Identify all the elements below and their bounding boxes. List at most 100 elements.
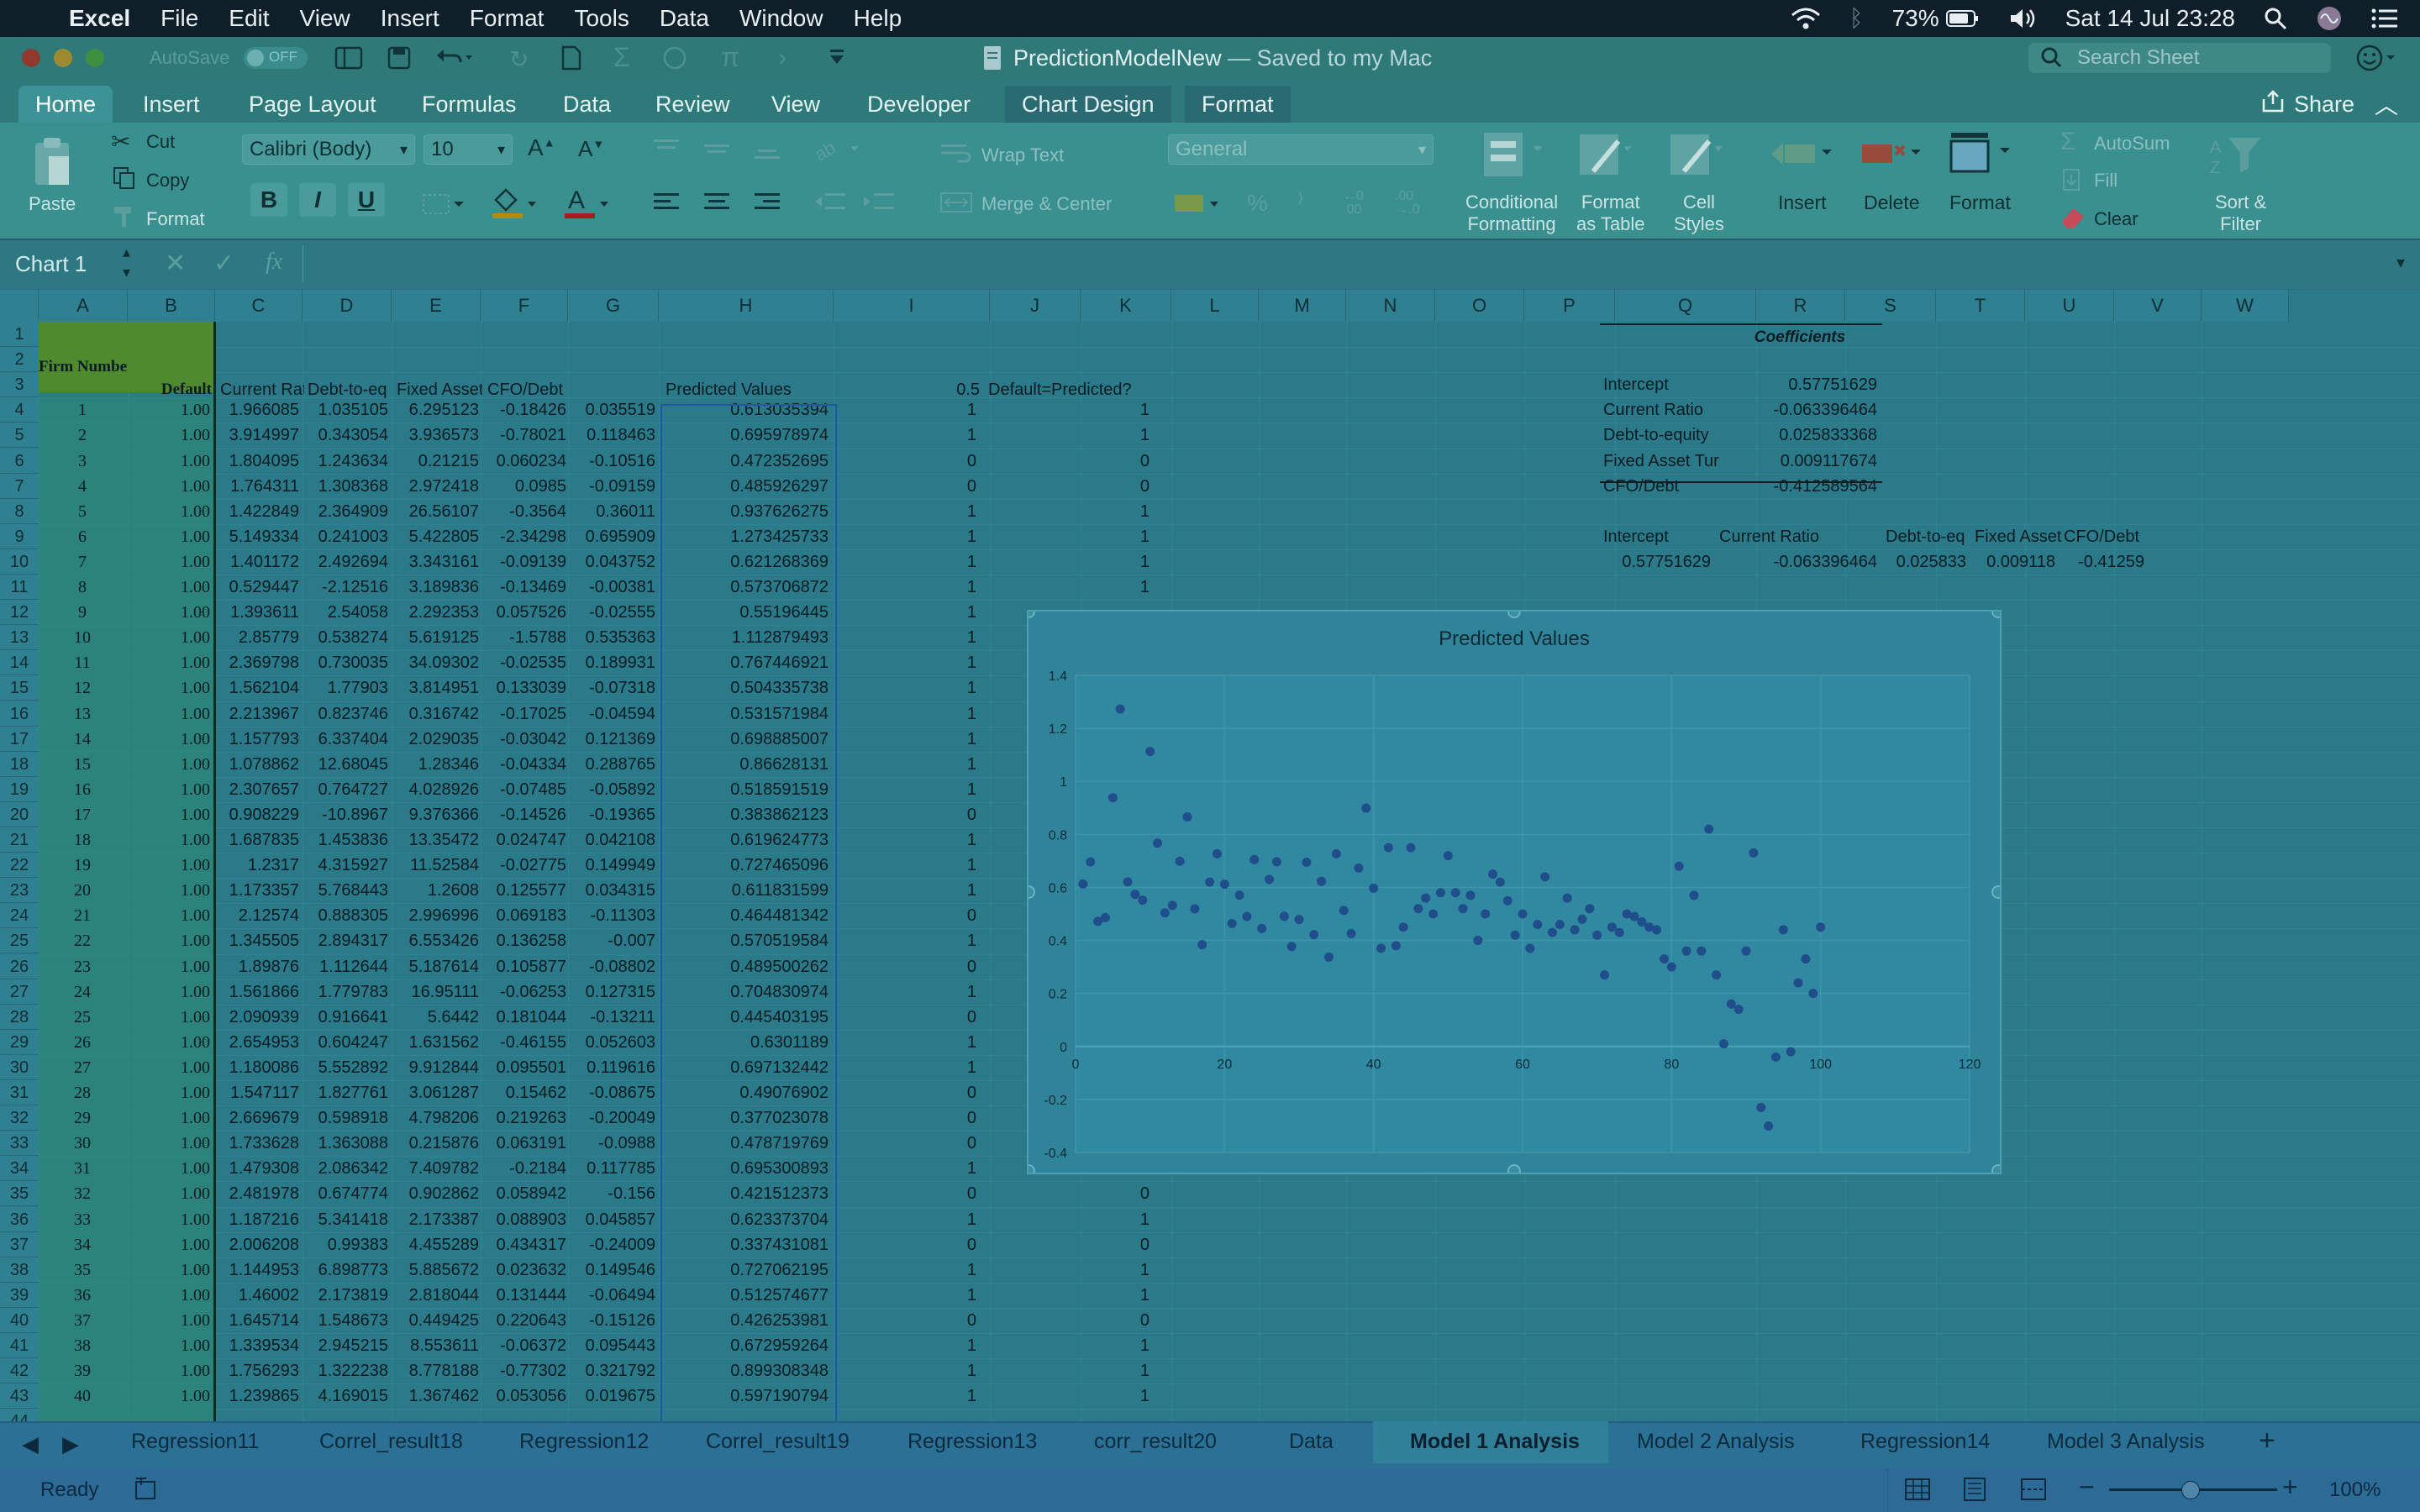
- table-cell[interactable]: -1.5788: [487, 628, 566, 648]
- table-cell[interactable]: -0.15126: [575, 1311, 655, 1331]
- table-cell[interactable]: 0.215876: [397, 1134, 479, 1153]
- table-cell[interactable]: 17: [42, 806, 123, 825]
- table-cell[interactable]: 1.00: [131, 578, 210, 597]
- table-cell[interactable]: 1.393611: [218, 603, 299, 622]
- predicted-values-chart[interactable]: Predicted Values -0.4 -0.2 0 0.2 0.4 0.6 0.8 1 1.…: [1027, 610, 2002, 1174]
- table-cell[interactable]: 0.727465096: [664, 856, 829, 875]
- table-cell[interactable]: 1: [840, 654, 976, 673]
- table-cell[interactable]: 0.598918: [308, 1109, 388, 1128]
- table-cell[interactable]: 0: [840, 906, 976, 926]
- coefficient-label[interactable]: Current Ratio: [1603, 401, 1721, 420]
- table-cell[interactable]: 33: [42, 1210, 123, 1230]
- row-header[interactable]: 9: [0, 523, 39, 549]
- table-cell[interactable]: 1: [840, 1336, 976, 1356]
- row-header[interactable]: 35: [0, 1181, 39, 1207]
- table-cell[interactable]: 26: [42, 1033, 123, 1053]
- sort-filter-icon[interactable]: AZ: [2210, 134, 2269, 176]
- row-header[interactable]: 29: [0, 1029, 39, 1055]
- table-cell[interactable]: 0.149949: [575, 856, 655, 875]
- table-cell[interactable]: -0.19365: [575, 806, 655, 825]
- align-bottom-icon[interactable]: [753, 136, 781, 161]
- column-header-h[interactable]: H: [659, 290, 834, 322]
- sheet-tab-regression14[interactable]: Regression14: [1860, 1430, 1990, 1454]
- table-cell[interactable]: 0: [840, 1311, 976, 1331]
- table-cell[interactable]: 2.307657: [218, 780, 299, 800]
- table-cell[interactable]: 1.239865: [218, 1387, 299, 1406]
- table-cell[interactable]: -0.18426: [487, 401, 566, 420]
- table-cell[interactable]: 1.479308: [218, 1159, 299, 1179]
- table-cell[interactable]: -0.007: [575, 932, 655, 951]
- fill-color-icon[interactable]: [491, 185, 538, 220]
- clear-button[interactable]: Clear: [2094, 208, 2139, 230]
- table-cell[interactable]: 0: [985, 1184, 1150, 1204]
- table-cell[interactable]: 16: [42, 780, 123, 800]
- table-cell[interactable]: -10.8967: [308, 806, 388, 825]
- row-header[interactable]: 44: [0, 1409, 39, 1421]
- table-cell[interactable]: 0.937626275: [664, 502, 829, 522]
- table-cell[interactable]: 1.00: [131, 1109, 210, 1128]
- row-header[interactable]: 18: [0, 751, 39, 777]
- table-cell[interactable]: -0.78021: [487, 426, 566, 445]
- table-cell[interactable]: 0.613035394: [664, 401, 829, 420]
- table-cell[interactable]: 0.058942: [487, 1184, 566, 1204]
- menu-tools[interactable]: Tools: [574, 5, 629, 32]
- wrap-text-icon[interactable]: [939, 141, 973, 163]
- menu-data[interactable]: Data: [660, 5, 709, 32]
- row-header[interactable]: 11: [0, 575, 39, 601]
- table-cell[interactable]: 0.117785: [575, 1159, 655, 1179]
- volume-icon[interactable]: [2008, 7, 2037, 30]
- table-cell[interactable]: 1.187216: [218, 1210, 299, 1230]
- tab-page-layout[interactable]: Page Layout: [249, 86, 376, 123]
- menu-help[interactable]: Help: [854, 5, 902, 32]
- table-cell[interactable]: 2.12574: [218, 906, 299, 926]
- table-cell[interactable]: 1.367462: [397, 1387, 479, 1406]
- table-cell[interactable]: 31: [42, 1159, 123, 1179]
- table-cell[interactable]: 1.00: [131, 553, 210, 572]
- table-cell[interactable]: 1.173357: [218, 881, 299, 900]
- table-cell[interactable]: 1: [840, 1387, 976, 1406]
- merge-center-button[interactable]: Merge & Center: [981, 193, 1112, 215]
- table-cell[interactable]: 1.078862: [218, 755, 299, 774]
- zoom-slider-thumb[interactable]: [2181, 1481, 2200, 1499]
- table-cell[interactable]: 2.364909: [308, 502, 388, 522]
- column-header-k[interactable]: K: [1081, 290, 1171, 322]
- column-header-d[interactable]: D: [302, 290, 392, 322]
- table-cell[interactable]: 0.0985: [487, 477, 566, 496]
- table-cell[interactable]: 0.063191: [487, 1134, 566, 1153]
- expand-formula-bar-icon[interactable]: ▾: [2396, 252, 2405, 273]
- column-header-a[interactable]: A: [39, 290, 128, 322]
- table-cell[interactable]: 1: [985, 1336, 1150, 1356]
- table-cell[interactable]: 0: [840, 806, 976, 825]
- table-cell[interactable]: 21: [42, 906, 123, 926]
- table-cell[interactable]: -0.09139: [487, 553, 566, 572]
- header-fixed-asset[interactable]: Fixed Asset: [397, 381, 482, 400]
- coefficient-value[interactable]: -0.063396464: [1719, 401, 1877, 420]
- table-cell[interactable]: 14: [42, 730, 123, 749]
- row-header[interactable]: 1: [0, 322, 39, 348]
- autosum-button[interactable]: AutoSum: [2094, 133, 2170, 155]
- table-cell[interactable]: 27: [42, 1058, 123, 1078]
- sheet-tab-correl-result18[interactable]: Correl_result18: [319, 1430, 463, 1454]
- table-cell[interactable]: 0.529447: [218, 578, 299, 597]
- row-header[interactable]: 40: [0, 1307, 39, 1333]
- table-cell[interactable]: 1.00: [131, 401, 210, 420]
- shape-icon[interactable]: [662, 45, 687, 71]
- header-debt-to-equity[interactable]: Debt-to-eq: [308, 381, 393, 400]
- coefficient-row-value[interactable]: 0.57751629: [1603, 553, 1711, 572]
- table-cell[interactable]: 0.823746: [308, 705, 388, 724]
- close-window-button[interactable]: [22, 49, 40, 67]
- table-cell[interactable]: 1.00: [131, 603, 210, 622]
- table-cell[interactable]: 10: [42, 628, 123, 648]
- customize-toolbar-icon[interactable]: [829, 49, 845, 66]
- coefficient-value[interactable]: 0.57751629: [1719, 375, 1877, 395]
- table-cell[interactable]: 2.654953: [218, 1033, 299, 1053]
- cut-button[interactable]: Cut: [146, 131, 175, 153]
- siri-icon[interactable]: [2316, 5, 2343, 32]
- table-cell[interactable]: 1.035105: [308, 401, 388, 420]
- table-cell[interactable]: 0.902862: [397, 1184, 479, 1204]
- table-cell[interactable]: 0.767446921: [664, 654, 829, 673]
- table-cell[interactable]: 1: [840, 628, 976, 648]
- table-cell[interactable]: 0.053056: [487, 1387, 566, 1406]
- cut-icon[interactable]: ✂: [111, 128, 130, 155]
- table-cell[interactable]: 1.00: [131, 1159, 210, 1179]
